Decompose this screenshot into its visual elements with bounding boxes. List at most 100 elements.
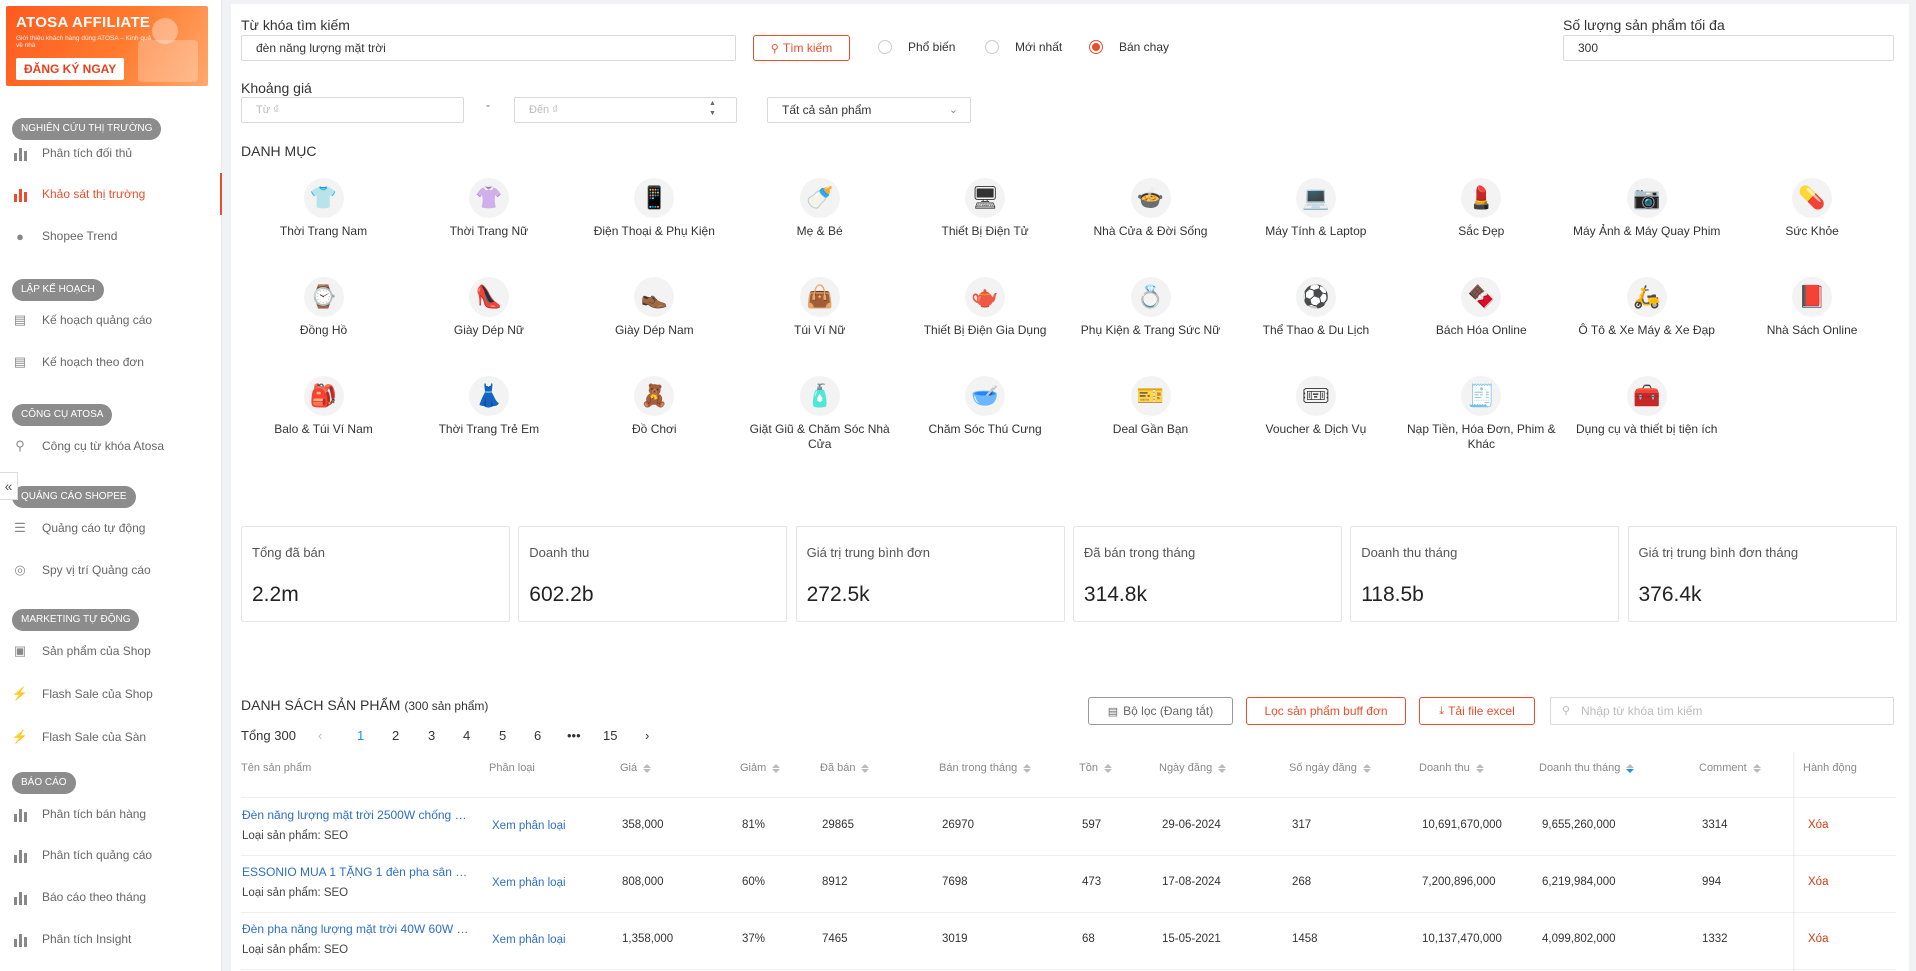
category-item[interactable]: ⚽ Thể Thao & Du Lịch [1233,277,1398,338]
product-name-link[interactable]: ESSONIO MUA 1 TẶNG 1 đèn pha sân vườn [242,865,470,879]
sidebar-item[interactable]: ◎ Spy vị trí Quảng cáo [0,555,222,585]
delete-link[interactable]: Xóa [1808,819,1828,831]
sort-icon[interactable] [1218,763,1227,773]
filter-button[interactable]: ▤ Bộ lọc (Đang tắt) [1088,697,1233,725]
column-header[interactable]: Bán trong tháng [939,762,1032,774]
category-item[interactable]: 🎫 Deal Gần Bạn [1068,376,1233,437]
sort-icon[interactable] [643,763,652,773]
sort-option-radio[interactable]: Mới nhất [985,40,1062,54]
page-number[interactable]: 2 [392,728,399,743]
max-products-input[interactable]: 300 [1563,35,1894,61]
sort-icon[interactable] [1626,763,1635,773]
prev-page-icon[interactable]: ‹ [318,728,322,743]
affiliate-banner[interactable]: ATOSA AFFILIATE Giới thiệu khách hàng dù… [6,6,208,86]
sort-icon[interactable] [1103,763,1112,773]
category-item[interactable]: 💍 Phụ Kiện & Trang Sức Nữ [1068,277,1233,338]
page-number[interactable]: 1 [357,728,364,743]
sort-icon[interactable] [1023,763,1032,773]
category-item[interactable]: 🧾 Nạp Tiền, Hóa Đơn, Phim & Khác [1399,376,1564,452]
category-item[interactable]: 👠 Giày Dép Nữ [406,277,571,338]
column-header[interactable]: Tồn [1079,762,1112,774]
page-number[interactable]: 15 [603,728,617,743]
delete-link[interactable]: Xóa [1808,876,1828,888]
category-item[interactable]: 🍫 Bách Hóa Online [1399,277,1564,338]
category-item[interactable]: 👚 Thời Trang Nữ [406,178,571,239]
sidebar-item[interactable]: ● Shopee Trend [0,221,222,251]
page-number[interactable]: 5 [499,728,506,743]
category-item[interactable]: 🎟 Voucher & Dịch Vụ [1233,376,1398,437]
column-header[interactable]: Doanh thu tháng [1539,762,1635,774]
category-item[interactable]: 🧰 Dụng cụ và thiết bị tiện ích [1564,376,1729,437]
download-excel-button[interactable]: ⤓ Tải file excel [1419,697,1535,725]
sort-icon[interactable] [1475,763,1484,773]
sidebar-item[interactable]: Phân tích bán hàng [0,799,222,829]
sort-icon[interactable] [861,763,870,773]
sort-option-radio[interactable]: Bán chạy [1089,40,1169,54]
sidebar-item[interactable]: ▤ Kế hoạch quảng cáo [0,305,222,335]
product-type-select[interactable]: Tất cả sản phẩm ⌄ [767,97,971,123]
category-item[interactable]: ⌚ Đồng Hồ [241,277,406,338]
column-header[interactable]: Số ngày đăng [1289,762,1371,774]
category-item[interactable]: 👞 Giày Dép Nam [572,277,737,338]
view-variants-link[interactable]: Xem phân loại [492,877,566,889]
sidebar-item[interactable]: ☰ Quảng cáo tự động [0,513,222,543]
price-from-input[interactable]: Từ ₫ [241,97,464,123]
list-search-input[interactable]: ⚲ Nhập từ khóa tìm kiếm [1550,697,1894,725]
column-header[interactable]: Đã bán [820,762,870,774]
column-header[interactable]: Ngày đăng [1159,762,1227,774]
category-item[interactable]: 🍼 Mẹ & Bé [737,178,902,239]
page-number[interactable]: 3 [428,728,435,743]
sidebar-item[interactable]: ⚡ Flash Sale của Sàn [0,722,222,752]
price-stepper[interactable]: ▲ ▼ [709,99,716,119]
sidebar-item[interactable]: ▣ Sản phẩm của Shop [0,636,222,666]
page-number[interactable]: 4 [463,728,470,743]
sidebar-item[interactable]: Phân tích quảng cáo [0,840,222,870]
sidebar-item[interactable]: Khảo sát thị trường [0,173,222,215]
price-to-input[interactable]: Đến ₫ [514,97,737,123]
view-variants-link[interactable]: Xem phân loại [492,820,566,832]
category-item[interactable]: 🧴 Giặt Giũ & Chăm Sóc Nhà Cửa [737,376,902,452]
collapse-sidebar-button[interactable]: « [0,472,18,500]
buff-filter-button[interactable]: Lọc sản phẩm buff đơn [1246,697,1406,725]
page-number[interactable]: ••• [567,728,581,743]
category-item[interactable]: 🫖 Thiết Bị Điện Gia Dụng [903,277,1068,338]
product-name-link[interactable]: Đèn pha năng lượng mặt trời 40W 60W 100W [242,922,470,936]
category-item[interactable]: 📷 Máy Ảnh & Máy Quay Phim [1564,178,1729,239]
keyword-input[interactable]: đèn năng lượng mặt trời [241,35,736,61]
page-number[interactable]: 6 [534,728,541,743]
sidebar-item[interactable]: ⚲ Công cụ từ khóa Atosa [0,431,222,461]
category-item[interactable]: 🥣 Chăm Sóc Thú Cưng [903,376,1068,437]
category-item[interactable]: 👕 Thời Trang Nam [241,178,406,239]
category-item[interactable]: 👜 Túi Ví Nữ [737,277,902,338]
next-page-icon[interactable]: › [645,728,649,743]
sidebar-item[interactable]: ▤ Kế hoạch theo đơn [0,347,222,377]
delete-link[interactable]: Xóa [1808,933,1828,945]
category-item[interactable]: 💻 Máy Tính & Laptop [1233,178,1398,239]
column-header[interactable]: Doanh thu [1419,762,1484,774]
category-item[interactable]: 📕 Nhà Sách Online [1730,277,1895,338]
sort-icon[interactable] [772,763,781,773]
banner-register-button[interactable]: ĐĂNG KÝ NGAY [16,58,125,80]
column-header[interactable]: Giá [620,762,652,774]
category-item[interactable]: 🛵 Ô Tô & Xe Máy & Xe Đạp [1564,277,1729,338]
sidebar-item[interactable]: Phân tích Insight [0,924,222,954]
category-item[interactable]: 🖥 Thiết Bị Điện Tử [903,178,1068,239]
category-item[interactable]: 👗 Thời Trang Trẻ Em [406,376,571,437]
sidebar-item[interactable]: Phân tích đối thủ [0,138,222,168]
category-item[interactable]: 💊 Sức Khỏe [1730,178,1895,239]
category-item[interactable]: 💄 Sắc Đẹp [1399,178,1564,239]
sort-option-radio[interactable]: Phổ biến [878,40,955,54]
column-header[interactable]: Giảm [740,762,781,774]
sidebar-item[interactable]: ⚡ Flash Sale của Shop [0,679,222,709]
category-item[interactable]: 📱 Điện Thoại & Phụ Kiện [572,178,737,239]
sort-icon[interactable] [1752,763,1761,773]
view-variants-link[interactable]: Xem phân loại [492,934,566,946]
sidebar-item[interactable]: Báo cáo theo tháng [0,882,222,912]
product-name-link[interactable]: Đèn năng lượng mặt trời 2500W chống nước [242,808,470,822]
search-button[interactable]: ⚲ Tìm kiếm [753,35,850,61]
category-item[interactable]: 🧸 Đồ Chơi [572,376,737,437]
sort-icon[interactable] [1362,763,1371,773]
category-item[interactable]: 🍲 Nhà Cửa & Đời Sống [1068,178,1233,239]
category-item[interactable]: 🎒 Balo & Túi Ví Nam [241,376,406,437]
column-header[interactable]: Comment [1699,762,1761,774]
